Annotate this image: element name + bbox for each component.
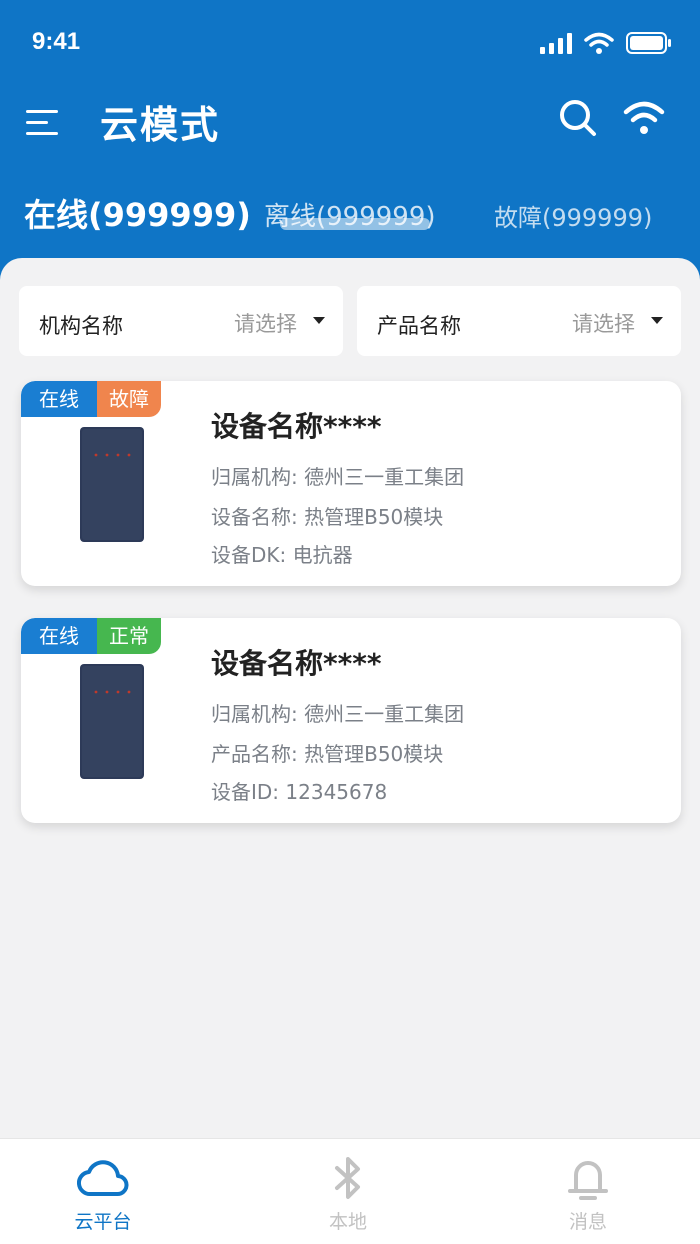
online-badge: 在线 <box>21 618 97 654</box>
caret-down-icon <box>313 317 325 324</box>
product-filter-dropdown[interactable]: 产品名称 请选择 <box>357 286 681 356</box>
status-icons <box>540 32 672 54</box>
wifi-icon[interactable] <box>622 98 666 138</box>
device-card[interactable]: 故障 在线 设备名称**** 归属机构: 德州三一重工集团 设备名称: 热管理B… <box>21 381 681 586</box>
nav-item-local[interactable]: 本地 <box>278 1139 418 1244</box>
org-filter-label: 机构名称 <box>39 314 123 338</box>
device-org: 归属机构: 德州三一重工集团 <box>211 465 465 489</box>
wifi-status-icon <box>584 32 614 54</box>
condition-badge: 故障 <box>93 381 161 417</box>
nav-item-cloud-platform[interactable]: 云平台 <box>33 1139 173 1244</box>
device-org: 归属机构: 德州三一重工集团 <box>211 702 465 726</box>
nav-label-local: 本地 <box>328 1211 367 1233</box>
device-dk: 设备DK: 电抗器 <box>211 543 353 567</box>
battery-icon <box>626 32 671 54</box>
tab-online[interactable]: 在线(999999) <box>24 190 251 236</box>
device-name: 设备名称**** <box>211 410 382 443</box>
org-filter-dropdown[interactable]: 机构名称 请选择 <box>19 286 343 356</box>
nav-bar: 云模式 <box>0 88 700 158</box>
online-badge: 在线 <box>21 381 97 417</box>
tab-indicator <box>280 218 430 230</box>
bottom-nav: 云平台 本地 消息 <box>0 1138 700 1244</box>
cloud-icon <box>77 1160 129 1197</box>
signal-icon <box>540 33 572 54</box>
device-id: 设备ID: 12345678 <box>211 780 388 804</box>
tab-fault[interactable]: 故障(999999) <box>494 198 652 233</box>
bell-icon <box>568 1161 608 1200</box>
device-image <box>80 664 144 779</box>
nav-label-cloud-platform: 云平台 <box>74 1211 132 1233</box>
menu-icon[interactable] <box>24 104 64 140</box>
device-product: 产品名称: 热管理B50模块 <box>211 742 444 766</box>
device-product: 设备名称: 热管理B50模块 <box>211 505 444 529</box>
status-time: 9:41 <box>32 28 81 55</box>
condition-badge: 正常 <box>93 618 161 654</box>
device-name: 设备名称**** <box>211 647 382 680</box>
nav-item-messages[interactable]: 消息 <box>518 1139 658 1244</box>
main-content: 机构名称 请选择 产品名称 请选择 故障 在线 设备名称**** 归属机构: 德… <box>0 258 700 1138</box>
nav-label-messages: 消息 <box>568 1211 607 1233</box>
device-image <box>80 427 144 542</box>
search-icon[interactable] <box>558 98 598 138</box>
caret-down-icon <box>651 317 663 324</box>
header: 9:41 云模式 在线(999999) 离线(999999) 故障(999999… <box>0 0 700 300</box>
product-filter-placeholder: 请选择 <box>572 312 635 336</box>
org-filter-placeholder: 请选择 <box>234 312 297 336</box>
bluetooth-icon <box>335 1157 360 1199</box>
status-bar: 9:41 <box>0 0 700 88</box>
product-filter-label: 产品名称 <box>377 314 461 338</box>
device-card[interactable]: 正常 在线 设备名称**** 归属机构: 德州三一重工集团 产品名称: 热管理B… <box>21 618 681 823</box>
page-title: 云模式 <box>100 103 221 147</box>
